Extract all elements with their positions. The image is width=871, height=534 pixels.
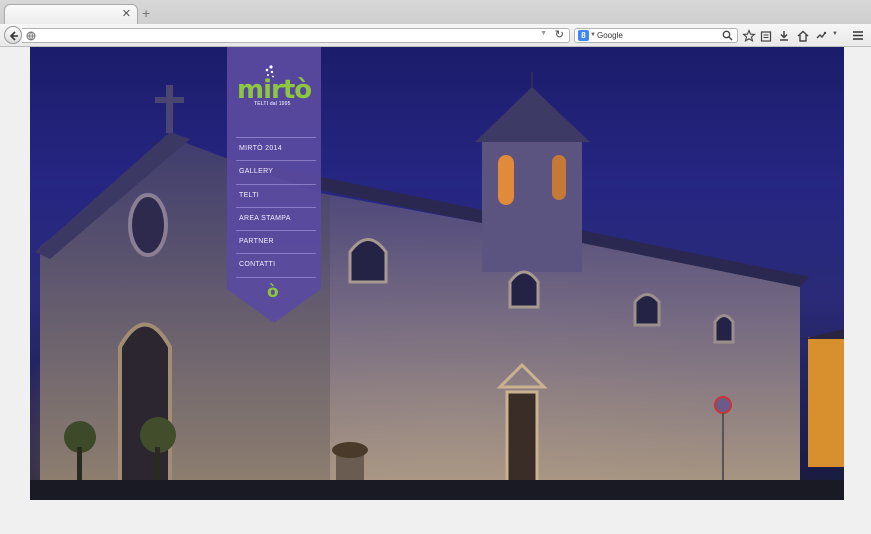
back-button[interactable] bbox=[4, 26, 22, 44]
nav-item-contatti: CONTATTI bbox=[236, 254, 316, 278]
url-dropdown-icon[interactable]: ▼ bbox=[540, 30, 547, 37]
google-icon[interactable]: 8 bbox=[578, 30, 589, 41]
logo-tagline: TELTI dal 1995 bbox=[254, 101, 291, 107]
ground-strip bbox=[30, 480, 844, 500]
new-tab-plus-icon[interactable]: + bbox=[142, 6, 150, 20]
engine-dropdown-icon[interactable]: ▼ bbox=[590, 30, 596, 41]
reading-list-icon[interactable] bbox=[759, 29, 773, 43]
nav-link-telti[interactable]: TELTI bbox=[236, 185, 316, 199]
site-menu-banner: mirtò TELTI dal 1995 MIRTÒ 2014 GALLERY … bbox=[227, 47, 321, 323]
nav-item-telti: TELTI bbox=[236, 185, 316, 208]
main-navigation: MIRTÒ 2014 GALLERY TELTI AREA STAMPA PAR… bbox=[236, 137, 316, 278]
home-icon[interactable] bbox=[796, 29, 810, 43]
url-bar[interactable]: ▼ ↻ bbox=[22, 28, 570, 43]
close-tab-icon[interactable]: ✕ bbox=[122, 8, 131, 20]
nav-link-mirto-2014[interactable]: MIRTÒ 2014 bbox=[236, 138, 316, 152]
logo-wordmark: mirtò bbox=[237, 75, 312, 105]
nav-link-partner[interactable]: PARTNER bbox=[236, 231, 316, 245]
night-church-photo bbox=[35, 72, 844, 492]
search-icon[interactable] bbox=[722, 30, 733, 41]
hamburger-menu-icon[interactable] bbox=[852, 30, 864, 41]
nav-link-contatti[interactable]: CONTATTI bbox=[236, 254, 316, 268]
back-arrow-icon bbox=[9, 31, 18, 41]
star-icon[interactable] bbox=[742, 29, 756, 43]
search-input[interactable] bbox=[597, 29, 717, 42]
download-icon[interactable] bbox=[777, 29, 791, 43]
navigation-bar: ▼ ↻ 8 ▼ ▼ bbox=[0, 24, 871, 47]
nav-item-partner: PARTNER bbox=[236, 231, 316, 255]
browser-tab[interactable]: ✕ bbox=[4, 4, 138, 24]
tab-strip: ✕ + bbox=[0, 0, 871, 24]
nav-link-gallery[interactable]: GALLERY bbox=[236, 161, 316, 175]
nav-item-area-stampa: AREA STAMPA bbox=[236, 208, 316, 232]
logo-mark-icon[interactable]: ò bbox=[267, 283, 279, 301]
site-logo[interactable]: mirtò TELTI dal 1995 bbox=[235, 63, 315, 113]
website-viewport: mirtò TELTI dal 1995 MIRTÒ 2014 GALLERY … bbox=[30, 47, 844, 500]
nav-item-mirto-2014: MIRTÒ 2014 bbox=[236, 138, 316, 162]
nav-item-gallery: GALLERY bbox=[236, 161, 316, 185]
addon-dropdown-icon[interactable]: ▼ bbox=[832, 31, 838, 37]
search-bar[interactable]: 8 ▼ bbox=[574, 28, 738, 43]
nav-link-area-stampa[interactable]: AREA STAMPA bbox=[236, 208, 316, 222]
reload-icon[interactable]: ↻ bbox=[555, 29, 564, 42]
globe-icon bbox=[26, 31, 36, 41]
addon-icon[interactable] bbox=[814, 29, 828, 43]
